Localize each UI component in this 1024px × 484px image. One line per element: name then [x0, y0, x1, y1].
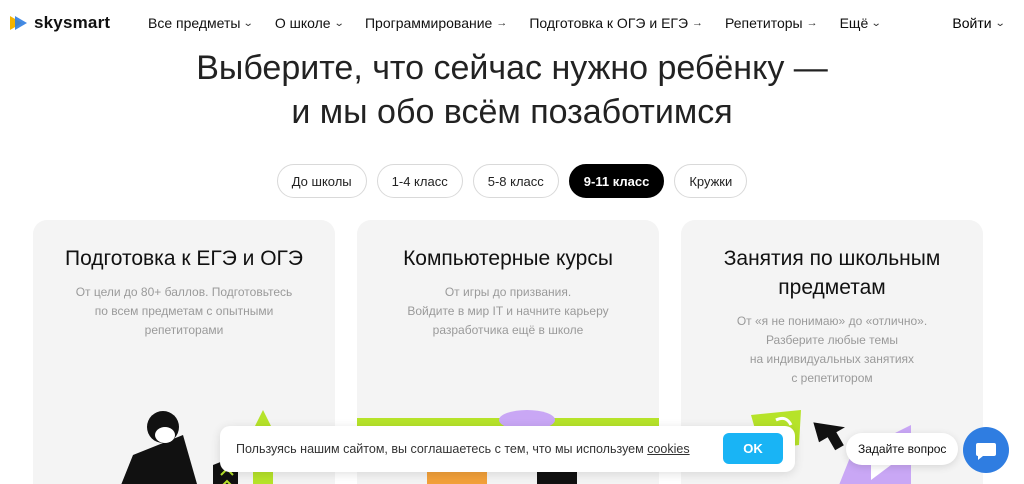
- page-title-line-2: и мы обо всём позаботимся: [291, 93, 733, 131]
- nav-item-about[interactable]: О школе ⌄: [274, 15, 345, 31]
- cookie-banner: Пользуясь нашим сайтом, вы соглашаетесь …: [220, 426, 795, 472]
- login-button[interactable]: Войти ⌄: [952, 15, 1006, 31]
- nav-item-more[interactable]: Ещё ⌄: [839, 15, 882, 31]
- page-title: Выберите, что сейчас нужно ребёнку — и м…: [0, 46, 1024, 134]
- login-label: Войти: [952, 15, 992, 31]
- chat-icon: [976, 443, 996, 460]
- nav-label: Подготовка к ОГЭ и ЕГЭ: [529, 15, 689, 31]
- site-header: skysmart Все предметы ⌄ О школе ⌄ Програ…: [0, 0, 1024, 46]
- card-title: Занятия по школьным предметам: [723, 247, 941, 299]
- filter-grade-5-8[interactable]: 5-8 класс: [472, 164, 559, 198]
- card-desc-line: по всем предметам с опытными: [94, 304, 274, 318]
- nav-label: Программирование: [364, 15, 493, 31]
- nav-item-programming[interactable]: Программирование →: [365, 15, 507, 31]
- card-desc-line: разработчика ещё в школе: [432, 323, 584, 337]
- nav-label: Ещё: [839, 15, 869, 31]
- card-desc-line: с репетитором: [791, 371, 873, 385]
- chevron-down-icon: ⌄: [994, 17, 1006, 29]
- card-desc-line: на индивидуальных занятиях: [749, 352, 915, 366]
- card-desc-line: репетиторами: [144, 323, 224, 337]
- cookie-text: Пользуясь нашим сайтом, вы соглашаетесь …: [236, 442, 690, 456]
- arrow-right-icon: →: [692, 17, 704, 29]
- chevron-down-icon: ⌄: [870, 17, 882, 29]
- chat-button[interactable]: [963, 427, 1009, 473]
- card-desc-line: От игры до призвания.: [444, 285, 572, 299]
- cookie-message: Пользуясь нашим сайтом, вы соглашаетесь …: [236, 442, 644, 456]
- card-desc-line: От цели до 80+ баллов. Подготовьтесь: [75, 285, 293, 299]
- logo-text: skysmart: [34, 13, 111, 32]
- nav-label: О школе: [274, 15, 331, 31]
- nav-item-exam-prep[interactable]: Подготовка к ОГЭ и ЕГЭ →: [529, 15, 703, 31]
- nav-label: Репетиторы: [725, 15, 803, 31]
- card-desc-line: Войдите в мир IT и начните карьеру: [407, 304, 609, 318]
- card-desc-line: От «я не понимаю» до «отлично».: [736, 314, 928, 328]
- skysmart-logo-icon: [8, 13, 28, 33]
- chevron-down-icon: ⌄: [243, 17, 255, 29]
- grade-filter: До школы 1-4 класс 5-8 класс 9-11 класс …: [0, 164, 1024, 198]
- nav-item-all-subjects[interactable]: Все предметы ⌄: [148, 15, 255, 31]
- card-description: От игры до призвания. Войдите в мир IT и…: [357, 283, 659, 340]
- filter-grade-9-11[interactable]: 9-11 класс: [568, 164, 665, 198]
- card-title: Компьютерные курсы: [403, 247, 613, 270]
- card-title: Подготовка к ЕГЭ и ОГЭ: [64, 247, 304, 270]
- nav-label: Все предметы: [148, 15, 241, 31]
- filter-preschool[interactable]: До школы: [276, 164, 367, 198]
- cookie-ok-button[interactable]: OK: [723, 433, 783, 464]
- card-desc-line: Разберите любые темы: [765, 333, 899, 347]
- card-description: От цели до 80+ баллов. Подготовьтесь по …: [33, 283, 335, 340]
- filter-grade-1-4[interactable]: 1-4 класс: [376, 164, 463, 198]
- ask-question-bubble[interactable]: Задайте вопрос: [846, 433, 959, 465]
- nav-item-tutors[interactable]: Репетиторы →: [725, 15, 818, 31]
- main-nav: Все предметы ⌄ О школе ⌄ Программировани…: [148, 0, 903, 46]
- cookies-link[interactable]: cookies: [647, 442, 689, 456]
- page-title-line-1: Выберите, что сейчас нужно ребёнку —: [196, 49, 828, 87]
- chevron-down-icon: ⌄: [333, 17, 345, 29]
- logo[interactable]: skysmart: [8, 13, 110, 33]
- arrow-right-icon: →: [496, 17, 508, 29]
- filter-clubs[interactable]: Кружки: [674, 164, 748, 198]
- arrow-right-icon: →: [806, 17, 818, 29]
- card-description: От «я не понимаю» до «отлично». Разберит…: [681, 312, 983, 388]
